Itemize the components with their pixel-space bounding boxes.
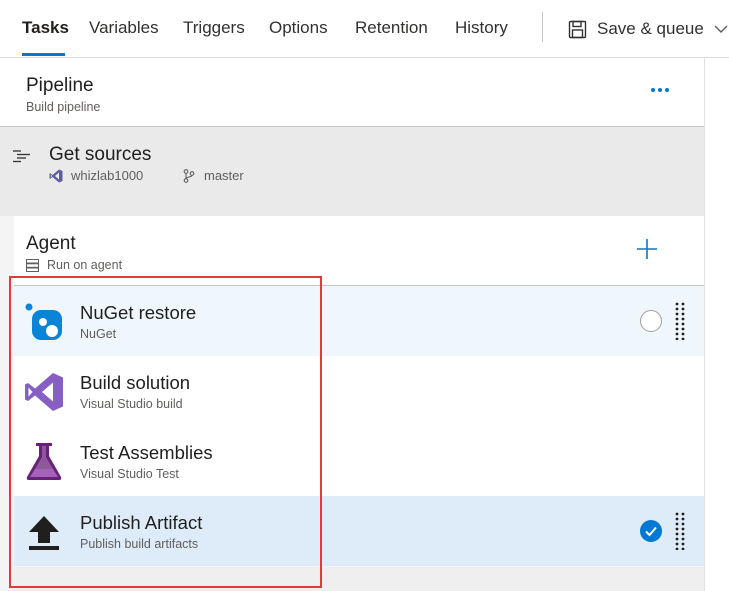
server-icon — [26, 258, 39, 272]
save-and-queue-button[interactable]: Save & queue — [568, 16, 728, 42]
drag-handle-icon[interactable] — [674, 302, 686, 340]
nav-divider — [542, 12, 543, 42]
pipeline-subtitle: Build pipeline — [26, 100, 101, 114]
test-flask-icon — [26, 443, 62, 480]
agent-title: Agent — [26, 233, 76, 254]
visual-studio-icon — [25, 373, 63, 411]
active-tab-indicator — [22, 53, 65, 56]
branch-info: master — [183, 168, 244, 183]
tab-history[interactable]: History — [455, 18, 508, 38]
task-publish-artifact[interactable]: Publish Artifact Publish build artifacts — [14, 496, 704, 566]
task-name: NuGet restore — [80, 302, 197, 323]
branch-name: master — [204, 168, 244, 183]
empty-list-area — [14, 567, 704, 591]
pipeline-header[interactable]: Pipeline Build pipeline — [0, 58, 704, 127]
visual-studio-small-icon — [49, 169, 63, 182]
task-list-panel: Pipeline Build pipeline Get sources whiz… — [0, 58, 704, 591]
task-type: Publish build artifacts — [80, 537, 199, 551]
task-test-assemblies[interactable]: Test Assemblies Visual Studio Test — [14, 426, 704, 496]
checkmark-icon[interactable] — [640, 520, 662, 542]
get-sources-title: Get sources — [49, 144, 152, 165]
task-name: Publish Artifact — [80, 512, 203, 533]
task-type: NuGet — [80, 327, 117, 341]
task-name: Build solution — [80, 372, 191, 393]
get-sources-icon — [13, 150, 30, 163]
save-icon — [568, 20, 587, 38]
tab-triggers[interactable]: Triggers — [183, 18, 245, 38]
tab-variables[interactable]: Variables — [89, 18, 159, 38]
pipeline-title: Pipeline — [26, 75, 94, 96]
task-build-solution[interactable]: Build solution Visual Studio build — [14, 356, 704, 426]
get-sources-row[interactable]: Get sources whizlab1000 master — [0, 127, 704, 216]
right-panel-edge — [704, 58, 729, 591]
tab-options[interactable]: Options — [269, 18, 328, 38]
save-and-queue-label: Save & queue — [597, 19, 704, 38]
top-navigation: Tasks Variables Triggers Options Retenti… — [0, 0, 729, 58]
agent-subtitle-row: Run on agent — [26, 258, 122, 272]
task-select-radio[interactable] — [640, 310, 662, 332]
upload-arrow-icon — [29, 516, 59, 550]
task-type: Visual Studio Test — [80, 467, 179, 481]
more-icon[interactable] — [648, 82, 672, 98]
task-name: Test Assemblies — [80, 442, 213, 463]
agent-job-row[interactable]: Agent Run on agent — [14, 216, 704, 286]
chevron-down-icon[interactable] — [714, 24, 728, 34]
add-task-icon[interactable] — [636, 238, 658, 260]
nuget-icon — [25, 303, 62, 340]
tab-retention[interactable]: Retention — [355, 18, 428, 38]
task-type: Visual Studio build — [80, 397, 183, 411]
drag-handle-icon[interactable] — [674, 512, 686, 550]
branch-icon — [183, 168, 195, 183]
repository-info: whizlab1000 — [49, 168, 143, 183]
tab-tasks[interactable]: Tasks — [22, 18, 69, 38]
repository-name: whizlab1000 — [71, 168, 144, 183]
agent-subtitle: Run on agent — [47, 258, 123, 272]
task-nuget-restore[interactable]: NuGet restore NuGet — [14, 286, 704, 356]
